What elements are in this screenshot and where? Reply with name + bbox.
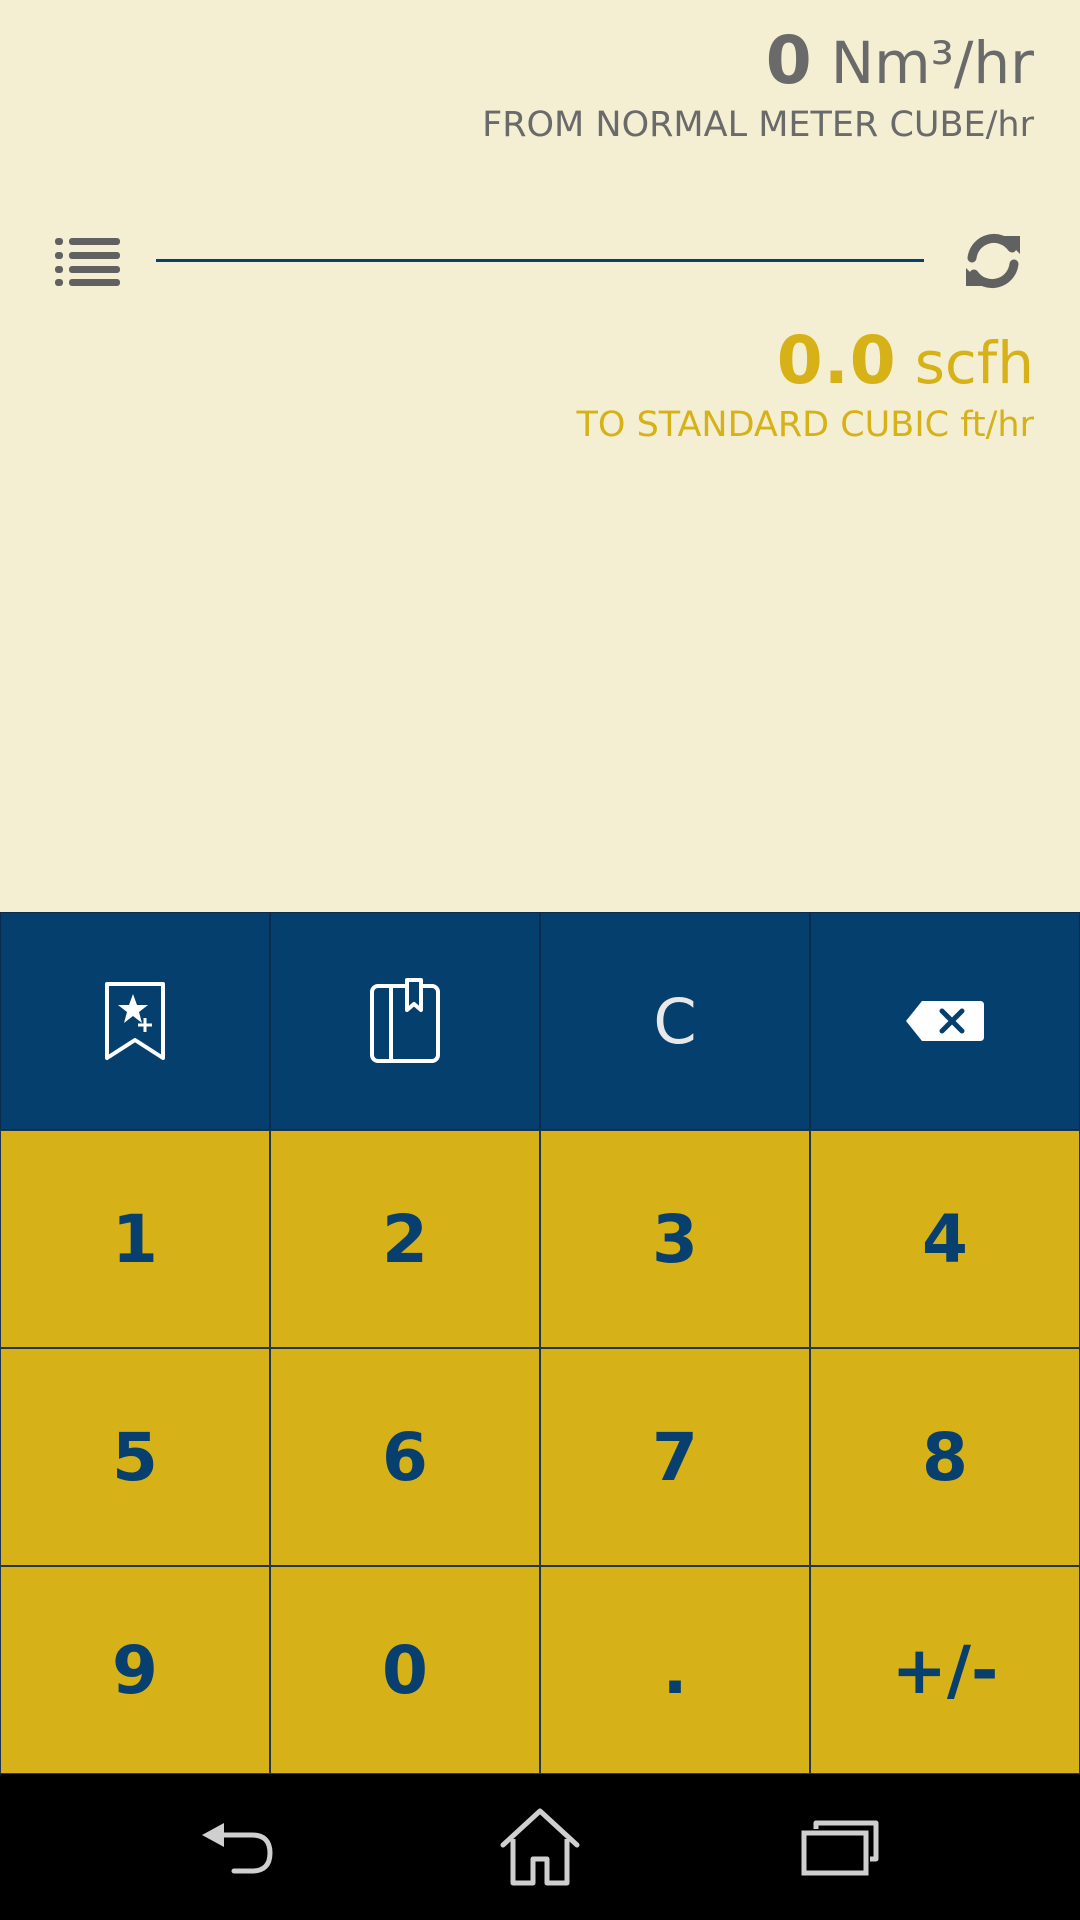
- key-6[interactable]: 6: [270, 1348, 540, 1566]
- list-icon[interactable]: [54, 236, 122, 286]
- from-section[interactable]: 0 Nm³/hr FROM NORMAL METER CUBE/hr: [482, 22, 1034, 145]
- to-section[interactable]: 0.0 scfh TO STANDARD CUBIC ft/hr: [577, 322, 1034, 445]
- to-unit: scfh: [914, 329, 1034, 397]
- clear-label: C: [653, 984, 697, 1058]
- to-unit-description: TO STANDARD CUBIC ft/hr: [576, 405, 1034, 445]
- keypad: C 1 2 3 4 5 6 7 8 9 0 . +/-: [0, 912, 1080, 1774]
- recent-apps-button[interactable]: [790, 1802, 890, 1892]
- favorites-button[interactable]: [270, 912, 540, 1130]
- key-0[interactable]: 0: [270, 1566, 540, 1774]
- conversion-display: 0 Nm³/hr FROM NORMAL METER CUBE/hr 0.0 s…: [0, 0, 1080, 912]
- add-favorite-button[interactable]: [0, 912, 270, 1130]
- key-4[interactable]: 4: [810, 1130, 1080, 1348]
- system-navigation-bar: [0, 1774, 1080, 1920]
- swap-icon[interactable]: [958, 226, 1028, 296]
- from-value-line: 0 Nm³/hr: [482, 22, 1034, 99]
- bookmark-star-add-icon: [105, 982, 165, 1060]
- key-decimal[interactable]: .: [540, 1566, 810, 1774]
- to-value-line: 0.0 scfh: [577, 322, 1034, 399]
- key-plus-minus[interactable]: +/-: [810, 1566, 1080, 1774]
- recent-apps-icon: [801, 1820, 879, 1876]
- key-9[interactable]: 9: [0, 1566, 270, 1774]
- backspace-button[interactable]: [810, 912, 1080, 1130]
- home-button[interactable]: [490, 1802, 590, 1892]
- from-value: 0: [765, 22, 813, 99]
- back-icon: [202, 1823, 273, 1874]
- back-button[interactable]: [190, 1802, 290, 1892]
- key-2[interactable]: 2: [270, 1130, 540, 1348]
- book-bookmark-icon: [370, 978, 440, 1063]
- clear-button[interactable]: C: [540, 912, 810, 1130]
- key-8[interactable]: 8: [810, 1348, 1080, 1566]
- key-3[interactable]: 3: [540, 1130, 810, 1348]
- backspace-icon: [906, 1001, 984, 1041]
- unit-selector-row: [0, 222, 1080, 302]
- key-5[interactable]: 5: [0, 1348, 270, 1566]
- key-1[interactable]: 1: [0, 1130, 270, 1348]
- from-unit: Nm³/hr: [830, 29, 1034, 97]
- to-value: 0.0: [776, 322, 897, 399]
- key-7[interactable]: 7: [540, 1348, 810, 1566]
- unit-divider-line: [156, 259, 924, 262]
- from-unit-description: FROM NORMAL METER CUBE/hr: [482, 105, 1034, 145]
- home-icon: [500, 1808, 580, 1886]
